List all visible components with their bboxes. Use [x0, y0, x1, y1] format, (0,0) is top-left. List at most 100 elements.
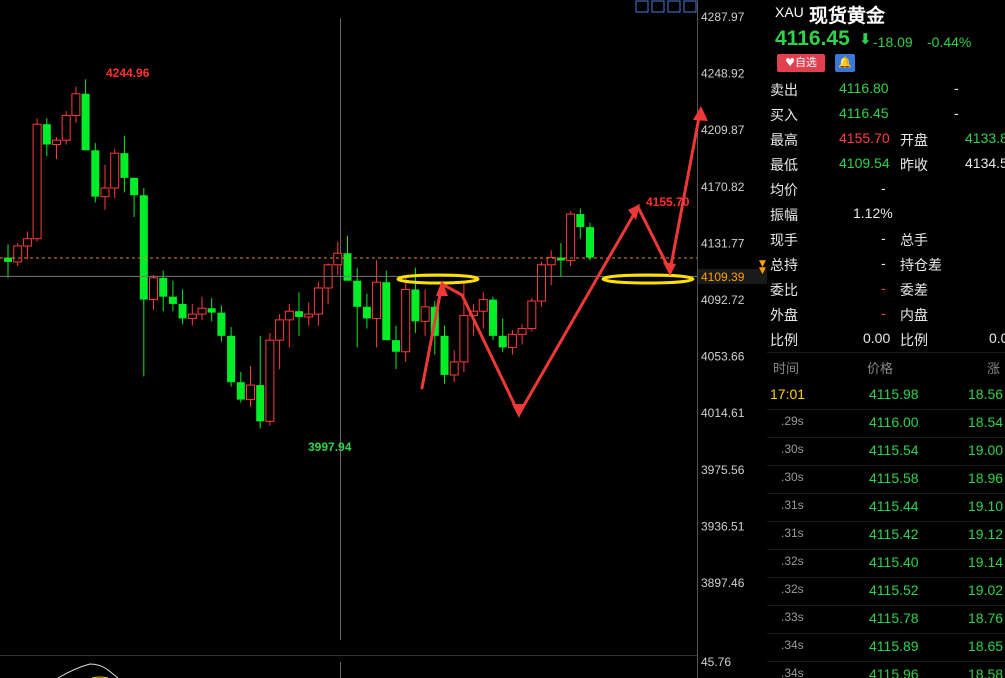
quote-label: 外盘: [770, 307, 798, 323]
y-tick-label: 3897.46: [701, 576, 745, 590]
candle-body: [401, 288, 411, 353]
quote-label-2: 比例: [900, 332, 928, 348]
tick-time: 17:01: [770, 386, 806, 402]
last-price: 4116.45: [775, 27, 850, 50]
candle-body: [32, 123, 42, 240]
candle-body: [159, 277, 168, 297]
tick-price: 4115.54: [869, 442, 919, 458]
volume-axis-label: 45.76: [701, 655, 731, 669]
candle-body: [304, 313, 314, 318]
y-tick-label: 4248.92: [701, 67, 745, 81]
candle-body: [586, 227, 594, 258]
candle-body: [546, 257, 556, 266]
quote-label: 委比: [770, 282, 798, 298]
y-tick-label: 4170.82: [701, 180, 745, 194]
y-tick-label: 4131.77: [701, 236, 745, 250]
quote-value-2: 4134.5: [965, 155, 1005, 171]
candle-body: [507, 333, 517, 348]
candle-body: [411, 289, 420, 322]
tick-time: .30s: [781, 470, 804, 484]
candle-body: [459, 315, 469, 363]
candle-body: [42, 124, 51, 145]
candle-body: [353, 280, 362, 307]
tick-time: .33s: [781, 610, 804, 624]
tick-change: 18.54: [968, 414, 1004, 430]
candlestick-chart[interactable]: 4287.97 4248.92 4209.87 4170.82 4131.77 4092.…: [0, 0, 767, 678]
price-change: -18.09: [873, 34, 913, 50]
candle-body: [149, 277, 158, 301]
quote-value: 4116.80: [839, 80, 889, 96]
tick-change: 19.12: [968, 526, 1004, 542]
quote-label-2: 昨收: [900, 157, 928, 173]
candle-body: [139, 195, 148, 300]
tick-change: 19.02: [968, 582, 1004, 598]
quote-label: 最低: [770, 157, 798, 173]
tick-row-divider: [767, 409, 1005, 410]
tick-row-divider: [767, 465, 1005, 466]
candle-body: [71, 93, 81, 117]
current-price-label: 4109.39: [701, 270, 745, 284]
candle-body: [256, 385, 265, 422]
quote-label-2: 总手: [900, 232, 928, 248]
tick-time: .34s: [781, 638, 804, 652]
y-tick-label: 4287.97: [701, 10, 745, 24]
candle-body: [91, 150, 100, 197]
quote-value-2: -: [954, 105, 959, 121]
tick-row-divider: [767, 605, 1005, 606]
tick-time: .31s: [781, 498, 804, 512]
quote-label: 最高: [770, 132, 798, 148]
quote-label-2: 持仓差: [900, 257, 942, 273]
quote-label: 总持: [770, 257, 798, 273]
low-label: 3997.94: [308, 440, 352, 454]
tick-price: 4115.89: [869, 638, 919, 654]
tick-change: 18.96: [968, 470, 1004, 486]
bell-icon: 🔔: [838, 56, 852, 69]
candle-body: [362, 306, 371, 319]
candle-body: [178, 303, 187, 319]
tick-change: 19.00: [968, 442, 1004, 458]
favorite-label: 自选: [794, 56, 817, 69]
tick-time: .32s: [781, 582, 804, 596]
quote-value-2: 4133.8: [965, 130, 1005, 146]
quote-label: 卖出: [770, 82, 798, 98]
candle-body: [236, 382, 245, 400]
candle-body: [197, 307, 207, 315]
alert-button[interactable]: 🔔: [835, 54, 855, 72]
candle-body: [120, 153, 129, 178]
add-favorite-button[interactable]: ♥自选: [777, 54, 825, 72]
tick-change: 18.58: [968, 666, 1004, 678]
tick-header: 涨: [987, 362, 1001, 377]
candle-body: [265, 339, 275, 422]
quote-value-2: -: [954, 80, 959, 96]
candle-body: [372, 281, 382, 319]
candle-body: [52, 139, 61, 146]
candle-body: [81, 93, 90, 151]
candle-body: [130, 177, 139, 196]
high-label: 4244.96: [106, 66, 150, 80]
quote-label: 振幅: [770, 207, 798, 223]
candle-body: [207, 308, 216, 313]
quote-value: -: [881, 280, 886, 296]
y-tick-label: 4092.72: [701, 293, 745, 307]
tick-time: .29s: [781, 414, 804, 428]
candle-body: [440, 335, 449, 375]
candle-body: [576, 214, 585, 228]
candle-body: [489, 299, 497, 336]
candle-body: [449, 361, 459, 376]
quote-value: 0.00: [863, 330, 891, 346]
quote-label-2: 内盘: [900, 307, 928, 323]
y-tick-label: 3975.56: [701, 463, 745, 477]
tick-header: 时间: [773, 362, 800, 377]
quote-value-2: 0.0: [989, 330, 1005, 346]
y-tick-label: 4053.66: [701, 350, 745, 364]
quote-value: 4155.70: [839, 130, 890, 146]
candle-body: [478, 299, 488, 312]
quote-label: 比例: [770, 332, 798, 348]
candle-body: [420, 306, 430, 322]
candle-body: [246, 384, 255, 401]
candle-body: [313, 287, 323, 315]
tick-row-divider: [767, 577, 1005, 578]
tick-price: 4115.96: [869, 666, 919, 678]
tick-time: .34s: [781, 666, 804, 678]
quote-panel: XAU 现货黄金 4116.45 ⬇ -18.09 -0.44% ♥自选 🔔 卖…: [767, 0, 1005, 678]
